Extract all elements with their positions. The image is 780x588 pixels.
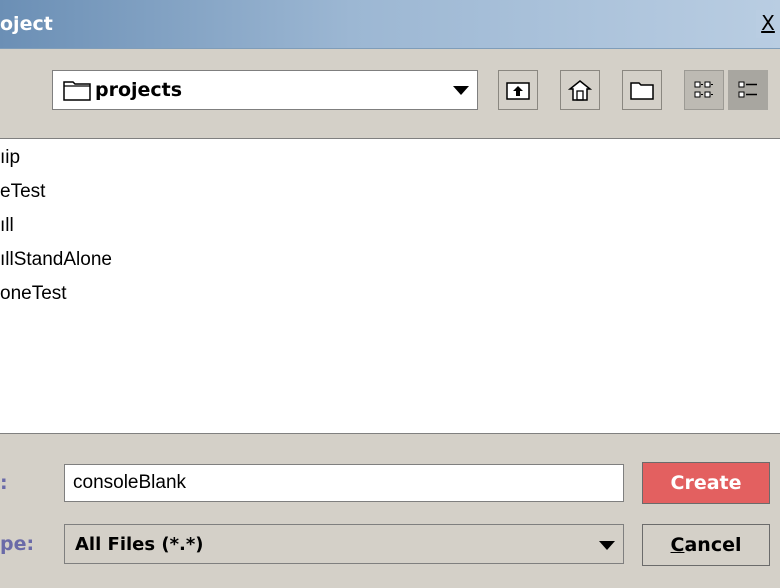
home-icon xyxy=(568,80,592,101)
file-type-label: pe: xyxy=(0,533,35,555)
look-in-value: projects xyxy=(95,79,183,101)
toolbar: projects xyxy=(0,48,780,138)
chevron-down-icon[interactable] xyxy=(453,86,469,95)
list-view-icon xyxy=(694,81,713,98)
details-view-button[interactable] xyxy=(728,70,768,110)
up-folder-button[interactable] xyxy=(498,70,538,110)
new-folder-button[interactable] xyxy=(622,70,662,110)
chevron-down-icon[interactable] xyxy=(599,541,615,550)
list-view-button[interactable] xyxy=(684,70,724,110)
list-item[interactable]: oneTest xyxy=(0,283,67,305)
cancel-mnemonic: C xyxy=(670,534,685,556)
list-item[interactable]: ıllStandAlone xyxy=(0,249,112,271)
details-view-icon xyxy=(738,81,757,98)
home-button[interactable] xyxy=(560,70,600,110)
list-item[interactable]: ıip xyxy=(0,147,20,169)
file-type-combo[interactable]: All Files (*.*) xyxy=(64,524,624,564)
list-item[interactable]: ıll xyxy=(0,215,14,237)
window-title: oject xyxy=(0,13,53,35)
file-type-value: All Files (*.*) xyxy=(75,534,204,555)
title-bar: oject X xyxy=(0,0,780,49)
list-item[interactable]: eTest xyxy=(0,181,45,203)
up-folder-icon xyxy=(506,82,530,100)
folder-icon xyxy=(63,81,91,101)
file-name-input[interactable] xyxy=(64,464,624,502)
close-button[interactable]: X xyxy=(756,10,780,38)
file-list[interactable]: ıip eTest ıll ıllStandAlone oneTest xyxy=(0,138,780,434)
file-name-label: : xyxy=(0,472,8,494)
cancel-label: ancel xyxy=(684,534,742,556)
create-button[interactable]: Create xyxy=(642,462,770,504)
cancel-button[interactable]: Cancel xyxy=(642,524,770,566)
look-in-combo[interactable]: projects xyxy=(52,70,478,110)
file-chooser-footer: : Create pe: All Files (*.*) Cancel xyxy=(0,434,780,588)
new-folder-icon xyxy=(630,82,654,100)
